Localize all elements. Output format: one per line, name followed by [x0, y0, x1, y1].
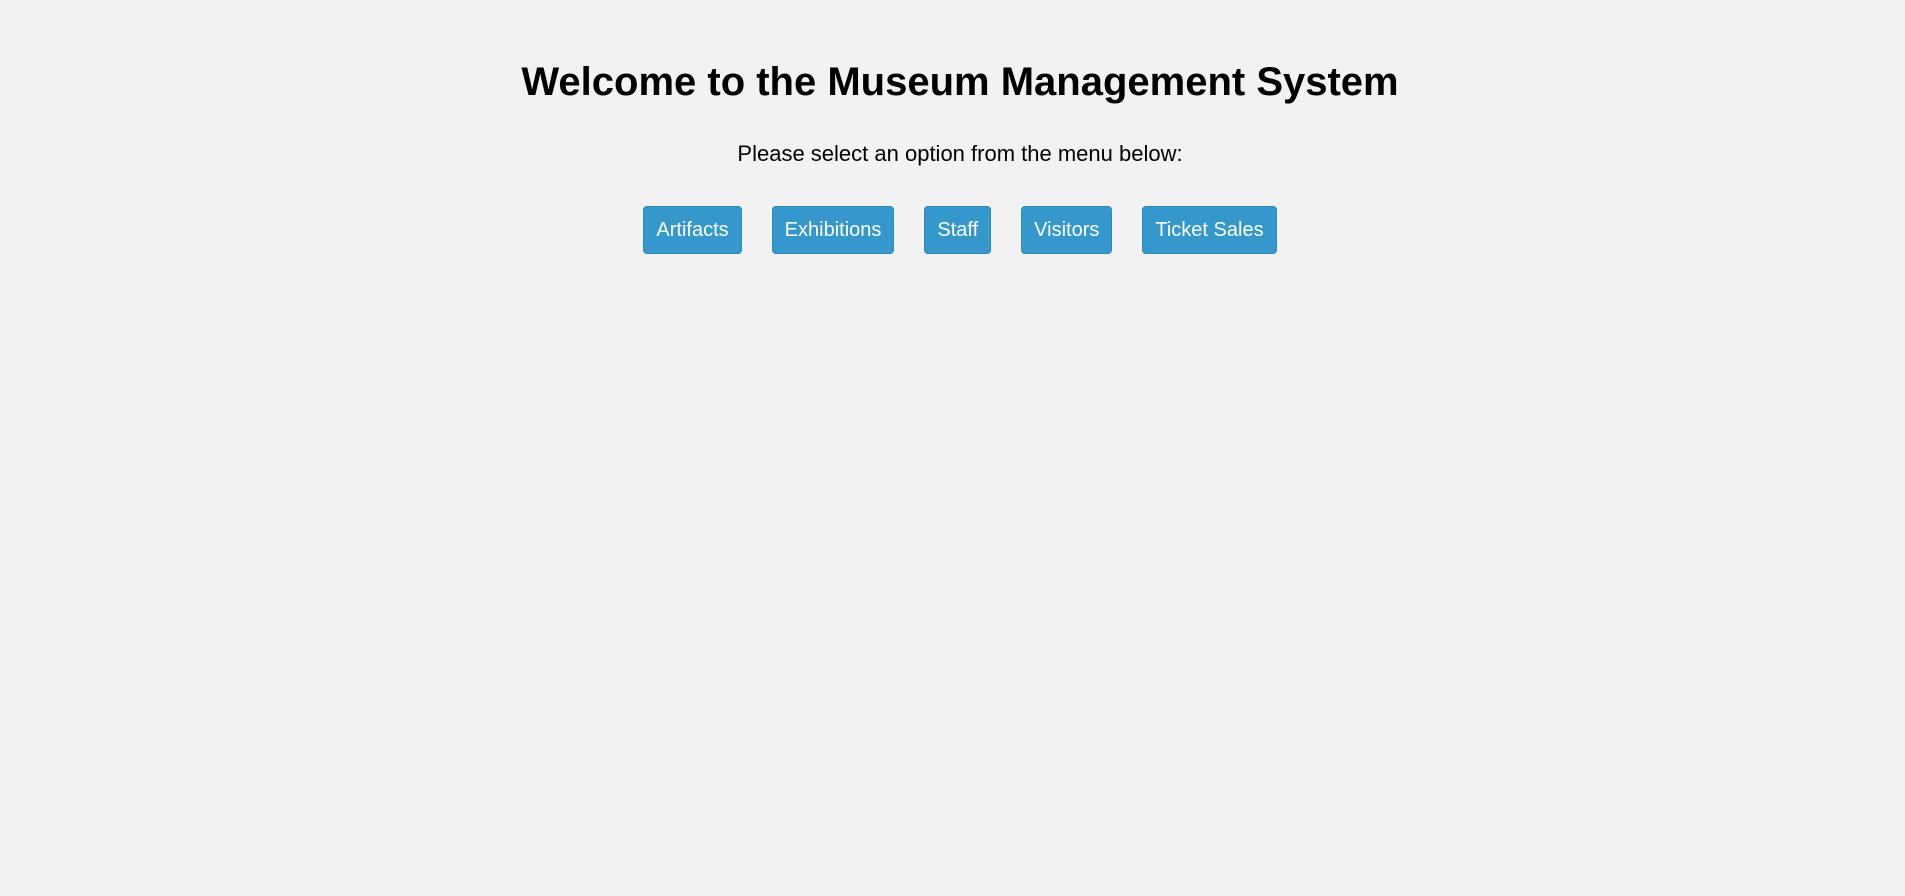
main-menu: Artifacts Exhibitions Staff Visitors Tic…	[0, 206, 1905, 254]
page-subtitle: Please select an option from the menu be…	[737, 141, 1183, 166]
artifacts-button[interactable]: Artifacts	[643, 206, 742, 254]
page: Welcome to the Museum Management System …	[0, 0, 1905, 896]
ticket-sales-button[interactable]: Ticket Sales	[1142, 206, 1277, 254]
visitors-button[interactable]: Visitors	[1021, 206, 1113, 254]
page-title: Welcome to the Museum Management System	[521, 60, 1399, 104]
exhibitions-button[interactable]: Exhibitions	[771, 206, 895, 254]
staff-button[interactable]: Staff	[924, 206, 992, 254]
